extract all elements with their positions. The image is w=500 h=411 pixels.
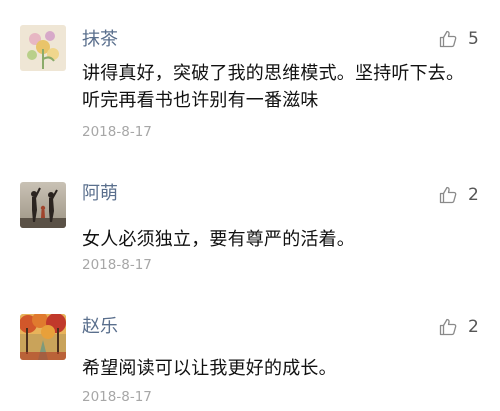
comment-date: 2018-8-17 (82, 257, 152, 273)
avatar[interactable] (20, 25, 66, 71)
comment-item: 阿萌 2 女人必须独立，要有尊严的活着。 2018-8-17 (0, 150, 500, 280)
flower-avatar-icon (20, 25, 66, 71)
user-name[interactable]: 赵乐 (82, 316, 118, 338)
comment-date: 2018-8-17 (82, 124, 152, 140)
comment-text: 女人必须独立，要有尊严的活着。 (82, 229, 355, 250)
like-count: 2 (468, 317, 479, 337)
like-count: 2 (468, 185, 479, 205)
thumbs-up-icon (439, 186, 457, 204)
autumn-trees-avatar-icon (20, 314, 66, 360)
avatar[interactable] (20, 314, 66, 360)
avatar[interactable] (20, 182, 66, 228)
like-button[interactable]: 2 (438, 315, 488, 339)
comment-item: 抹茶 5 讲得真好，突破了我的思维模式。坚持听下去。听完再看书也许别有一番滋味 … (0, 0, 500, 150)
thumbs-up-icon (439, 318, 457, 336)
user-name[interactable]: 抹茶 (82, 29, 118, 51)
comment-text: 希望阅读可以让我更好的成长。 (82, 358, 337, 379)
silhouette-people-avatar-icon (20, 182, 66, 228)
comment-date: 2018-8-17 (82, 389, 152, 405)
like-count: 5 (468, 29, 479, 49)
comment-item: 赵乐 2 希望阅读可以让我更好的成长。 2018-8-17 (0, 280, 500, 411)
like-button[interactable]: 5 (438, 27, 488, 51)
comment-text: 讲得真好，突破了我的思维模式。坚持听下去。听完再看书也许别有一番滋味 (82, 63, 465, 111)
like-button[interactable]: 2 (438, 183, 488, 207)
user-name[interactable]: 阿萌 (82, 183, 118, 205)
thumbs-up-icon (439, 30, 457, 48)
